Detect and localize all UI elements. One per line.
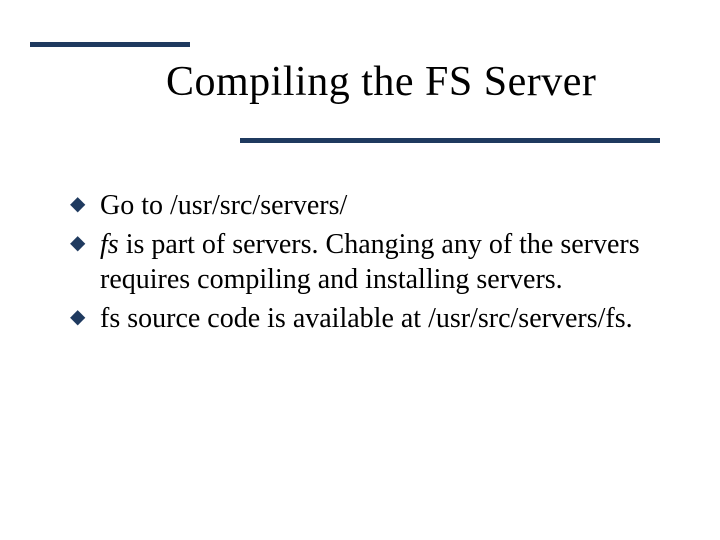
- bullet-item: ◆ Go to /usr/src/servers/: [70, 188, 660, 223]
- slide: Compiling the FS Server ◆ Go to /usr/src…: [0, 0, 720, 540]
- bullet-text-rest: is part of servers. Changing any of the …: [100, 229, 640, 295]
- slide-title: Compiling the FS Server: [166, 58, 596, 106]
- bullet-text: fs is part of servers. Changing any of t…: [100, 229, 640, 295]
- bullet-text: Go to /usr/src/servers/: [100, 190, 347, 221]
- decorative-rule-bottom: [240, 138, 660, 143]
- diamond-bullet-icon: ◆: [70, 307, 85, 327]
- diamond-bullet-icon: ◆: [70, 233, 85, 253]
- bullet-item: ◆ fs source code is available at /usr/sr…: [70, 301, 660, 336]
- italic-term: fs: [100, 229, 119, 260]
- bullet-text: fs source code is available at /usr/src/…: [100, 303, 633, 334]
- decorative-rule-top: [30, 42, 190, 47]
- diamond-bullet-icon: ◆: [70, 194, 85, 214]
- slide-body: ◆ Go to /usr/src/servers/ ◆ fs is part o…: [70, 188, 660, 340]
- bullet-item: ◆ fs is part of servers. Changing any of…: [70, 227, 660, 297]
